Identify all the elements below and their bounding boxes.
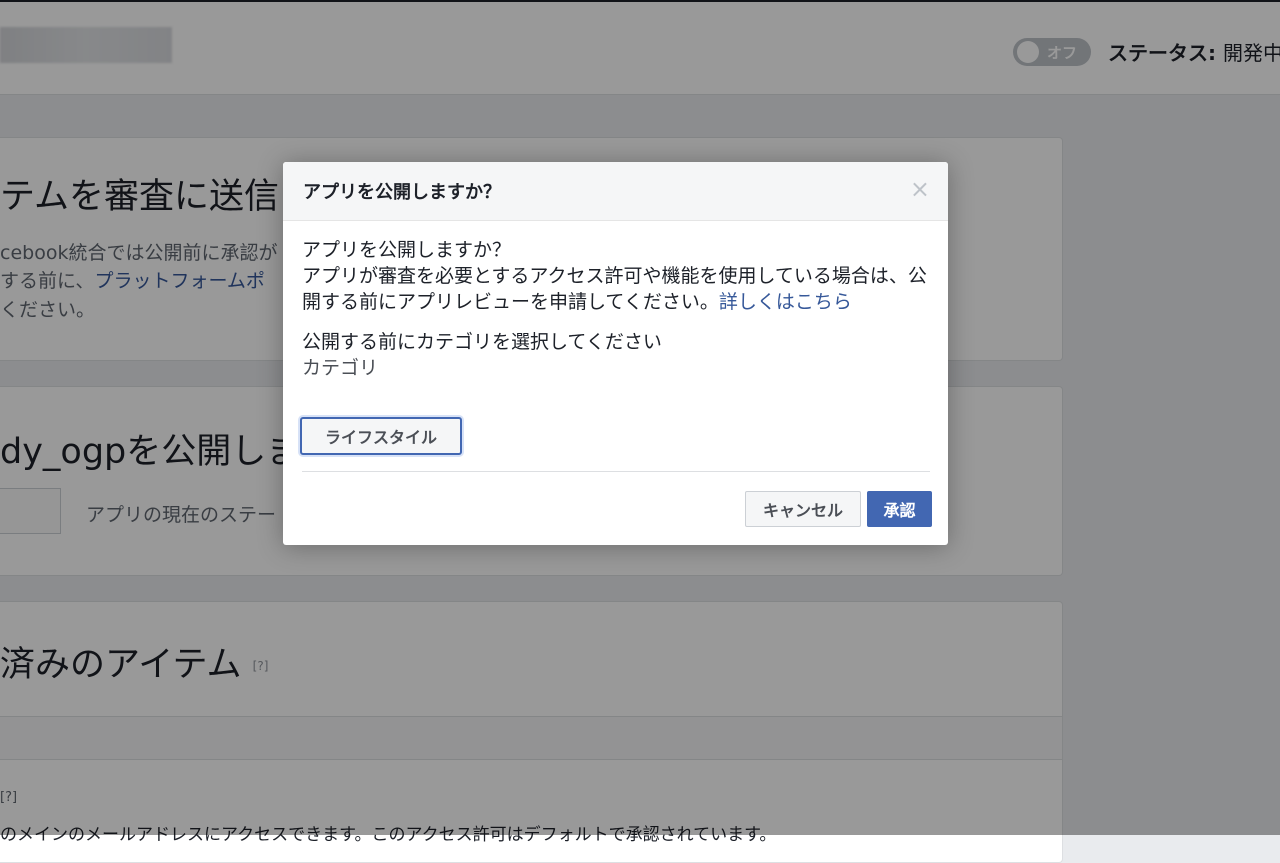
publish-app-dialog: アプリを公開しますか？ × アプリを公開しますか？ アプリが審査を必要とするアク…	[283, 162, 948, 545]
dialog-message-paragraph: アプリが審査を必要とするアクセス許可や機能を使用している場合は、公開する前にアプ…	[302, 263, 932, 315]
dialog-header: アプリを公開しますか？ ×	[283, 162, 948, 221]
learn-more-link[interactable]: 詳しくはこちら	[719, 291, 852, 313]
dialog-title: アプリを公開しますか？	[303, 182, 501, 203]
confirm-button[interactable]: 承認	[867, 491, 932, 527]
category-select[interactable]: ライフスタイル	[300, 417, 462, 455]
category-prompt: 公開する前にカテゴリを選択してください	[302, 331, 662, 353]
close-icon[interactable]: ×	[910, 176, 930, 202]
dialog-question: アプリを公開しますか？	[302, 239, 512, 261]
cancel-button[interactable]: キャンセル	[745, 491, 861, 527]
dialog-divider	[302, 471, 930, 472]
dialog-body: アプリを公開しますか？ アプリが審査を必要とするアクセス許可や機能を使用している…	[302, 237, 932, 381]
category-label: カテゴリ	[302, 357, 379, 379]
